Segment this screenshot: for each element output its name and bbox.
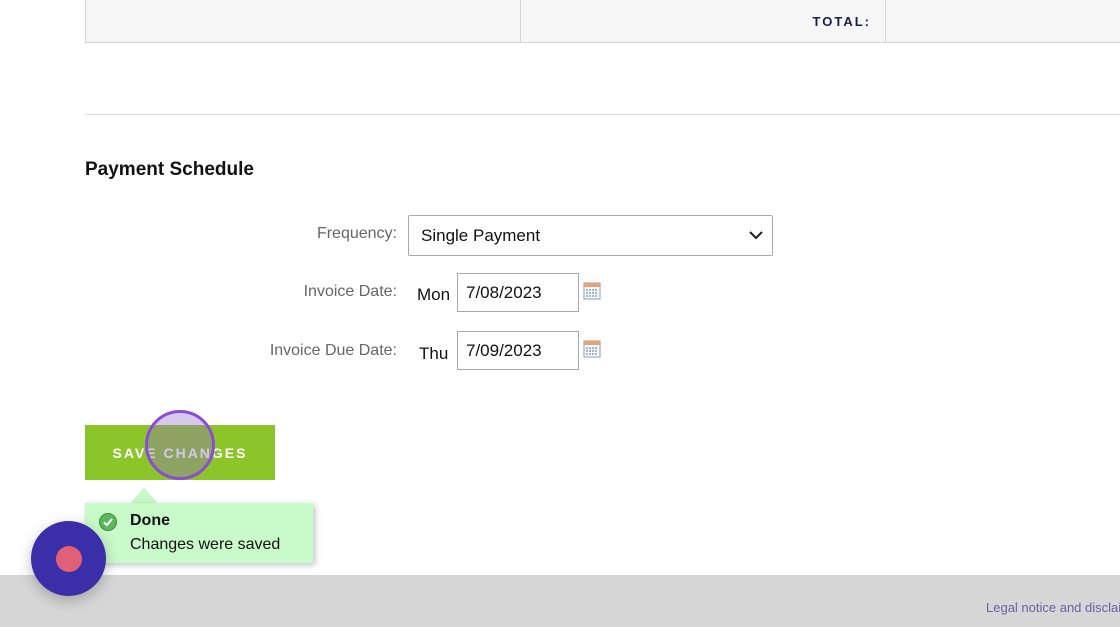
totals-cell-empty	[86, 0, 521, 42]
frequency-label: Frequency:	[316, 225, 397, 242]
toast-message: Changes were saved	[130, 536, 281, 553]
frequency-select[interactable]: Single Payment	[408, 215, 773, 256]
toast-title: Done	[130, 512, 170, 529]
invoice-due-date-label: Invoice Due Date:	[269, 342, 397, 359]
totals-table: TOTAL:	[85, 0, 1120, 43]
invoice-due-date-day: Thu	[419, 344, 449, 363]
totals-cell-value	[886, 0, 1120, 42]
invoice-date-input[interactable]: 7/08/2023	[457, 273, 579, 312]
calendar-icon[interactable]	[583, 282, 601, 300]
check-circle-icon	[99, 513, 117, 531]
frequency-selected-value: Single Payment	[421, 225, 541, 245]
page-footer: Legal notice and disclaimer	[0, 575, 1120, 627]
recorder-widget-button[interactable]	[31, 521, 106, 596]
total-label: TOTAL:	[812, 13, 871, 29]
payment-schedule-title: Payment Schedule	[85, 159, 254, 180]
invoice-date-day: Mon	[417, 285, 451, 304]
invoice-date-label: Invoice Date:	[303, 283, 397, 300]
save-changes-button[interactable]: SAVE CHANGES	[85, 425, 275, 480]
chevron-down-icon	[749, 231, 763, 240]
invoice-due-date-input[interactable]: 7/09/2023	[457, 331, 579, 370]
success-toast: Done Changes were saved	[85, 503, 313, 563]
record-icon	[55, 545, 82, 572]
legal-notice-link[interactable]: Legal notice and disclaimer	[986, 600, 1120, 615]
section-divider	[85, 114, 1120, 115]
totals-cell-label: TOTAL:	[521, 0, 886, 42]
calendar-icon[interactable]	[583, 340, 601, 358]
toast-pointer	[132, 489, 156, 503]
